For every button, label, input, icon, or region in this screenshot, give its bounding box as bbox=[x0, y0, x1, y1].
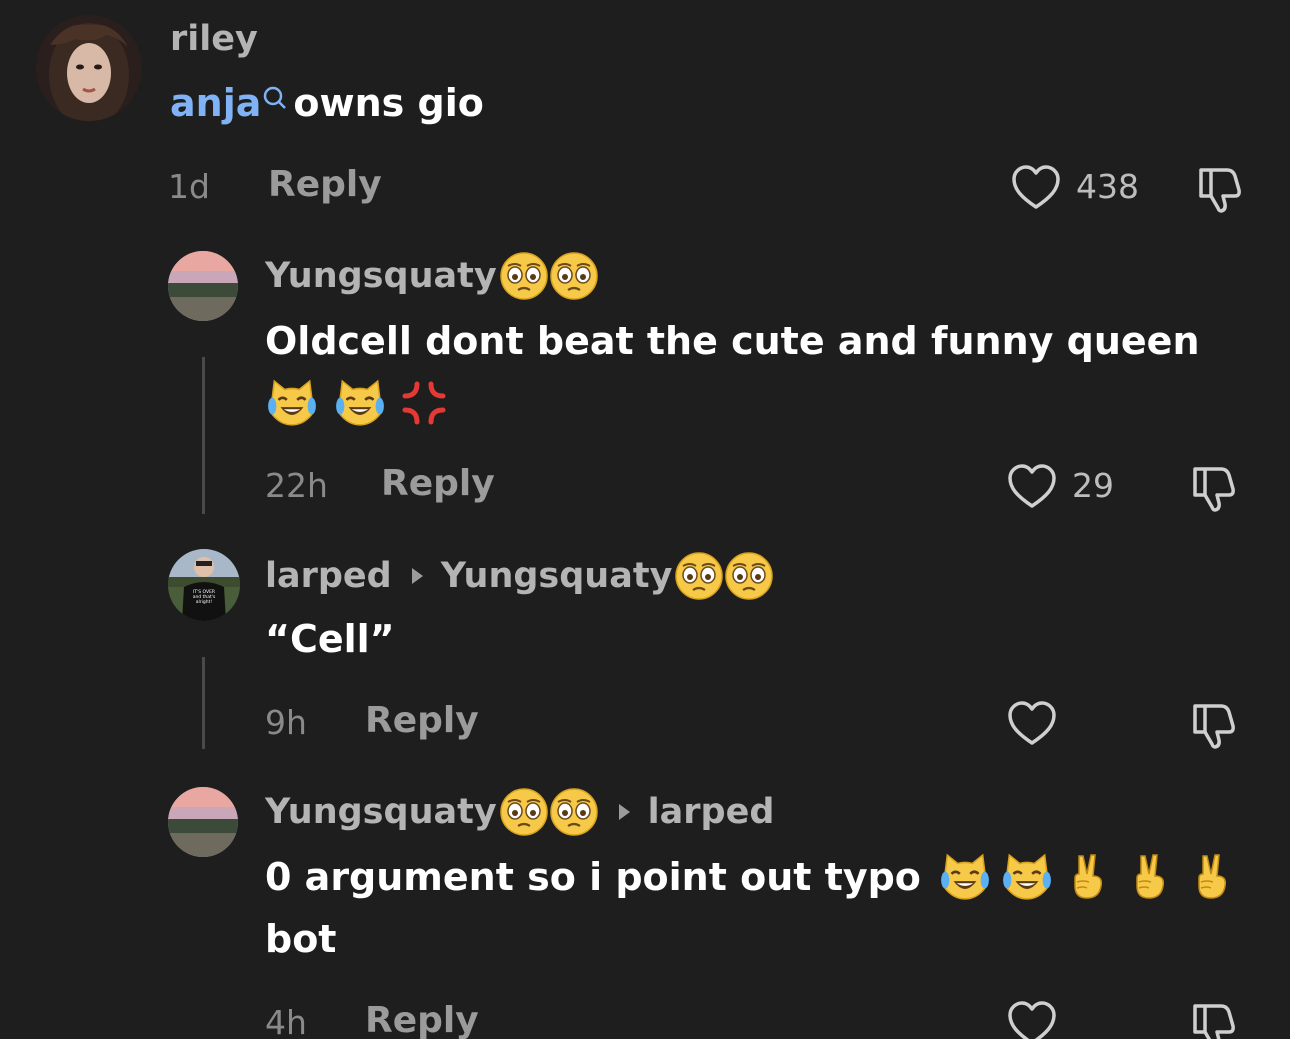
dislike-icon[interactable] bbox=[1187, 1000, 1237, 1039]
victory-hand-icon bbox=[1125, 851, 1175, 903]
dislike-icon[interactable] bbox=[1187, 700, 1237, 750]
comment-text: Oldcell dont beat the cute and funny que… bbox=[265, 319, 1200, 363]
heart-icon[interactable] bbox=[1007, 701, 1057, 747]
avatar[interactable]: IT'S OVER and that's alright! bbox=[168, 549, 240, 621]
cat-joy-icon bbox=[939, 851, 991, 903]
pleading-face-icon bbox=[674, 551, 724, 601]
dislike-icon[interactable] bbox=[1193, 164, 1243, 214]
pleading-face-icon bbox=[499, 251, 549, 301]
comment-username[interactable]: Yungsquaty larped bbox=[265, 786, 774, 838]
comment-username[interactable]: larped Yungsquaty bbox=[265, 550, 774, 602]
avatar[interactable] bbox=[36, 15, 142, 121]
svg-text:alright!: alright! bbox=[196, 599, 213, 605]
mention-link[interactable]: anja bbox=[170, 81, 261, 125]
comment-time: 22h bbox=[265, 466, 328, 505]
pleading-face-icon bbox=[724, 551, 774, 601]
comment-text: anja owns gio bbox=[170, 78, 484, 128]
username-text: riley bbox=[170, 19, 258, 59]
username-text: Yungsquaty bbox=[265, 256, 497, 296]
comment-text: 0 argument so i point out typo bbox=[265, 850, 1237, 904]
cat-joy-icon bbox=[266, 377, 318, 429]
thread-line bbox=[202, 357, 205, 514]
comment-body: owns gio bbox=[293, 81, 484, 125]
reply-arrow-icon bbox=[411, 568, 423, 584]
comment-emoji-row bbox=[266, 377, 449, 427]
reply-button[interactable]: Reply bbox=[268, 164, 382, 205]
cat-joy-icon bbox=[334, 377, 386, 429]
like-count: 438 bbox=[1076, 167, 1139, 206]
comment-body: 0 argument so i point out typo bbox=[265, 855, 921, 899]
anger-symbol-icon bbox=[399, 378, 449, 428]
comment-username[interactable]: riley bbox=[170, 14, 258, 64]
username-text: larped bbox=[265, 556, 392, 596]
username-text: Yungsquaty bbox=[265, 792, 497, 832]
heart-icon[interactable] bbox=[1007, 464, 1057, 510]
avatar[interactable] bbox=[168, 251, 238, 321]
reply-arrow-icon bbox=[618, 804, 630, 820]
pleading-face-icon bbox=[549, 251, 599, 301]
pleading-face-icon bbox=[499, 787, 549, 837]
comment-time: 4h bbox=[265, 1003, 307, 1039]
search-icon[interactable] bbox=[263, 86, 287, 112]
reply-button[interactable]: Reply bbox=[365, 1000, 479, 1039]
reply-button[interactable]: Reply bbox=[381, 463, 495, 504]
heart-icon[interactable] bbox=[1007, 1001, 1057, 1039]
pleading-face-icon bbox=[549, 787, 599, 837]
reply-to-username[interactable]: Yungsquaty bbox=[441, 556, 673, 596]
avatar[interactable] bbox=[168, 787, 238, 857]
like-count: 29 bbox=[1072, 466, 1114, 505]
comment-text: “Cell” bbox=[265, 617, 395, 661]
victory-hand-icon bbox=[1063, 851, 1113, 903]
heart-icon[interactable] bbox=[1011, 165, 1061, 211]
thread-line bbox=[202, 657, 205, 749]
comment-username[interactable]: Yungsquaty bbox=[265, 250, 599, 302]
comments-page: riley anja owns gio 1d Reply 438 Yungsqua… bbox=[0, 0, 1290, 1039]
comment-time: 1d bbox=[168, 167, 210, 206]
comment-time: 9h bbox=[265, 703, 307, 742]
dislike-icon[interactable] bbox=[1187, 463, 1237, 513]
victory-hand-icon bbox=[1187, 851, 1237, 903]
cat-joy-icon bbox=[1001, 851, 1053, 903]
reply-button[interactable]: Reply bbox=[365, 700, 479, 741]
comment-text-line2: bot bbox=[265, 917, 337, 961]
reply-to-username[interactable]: larped bbox=[648, 792, 775, 832]
